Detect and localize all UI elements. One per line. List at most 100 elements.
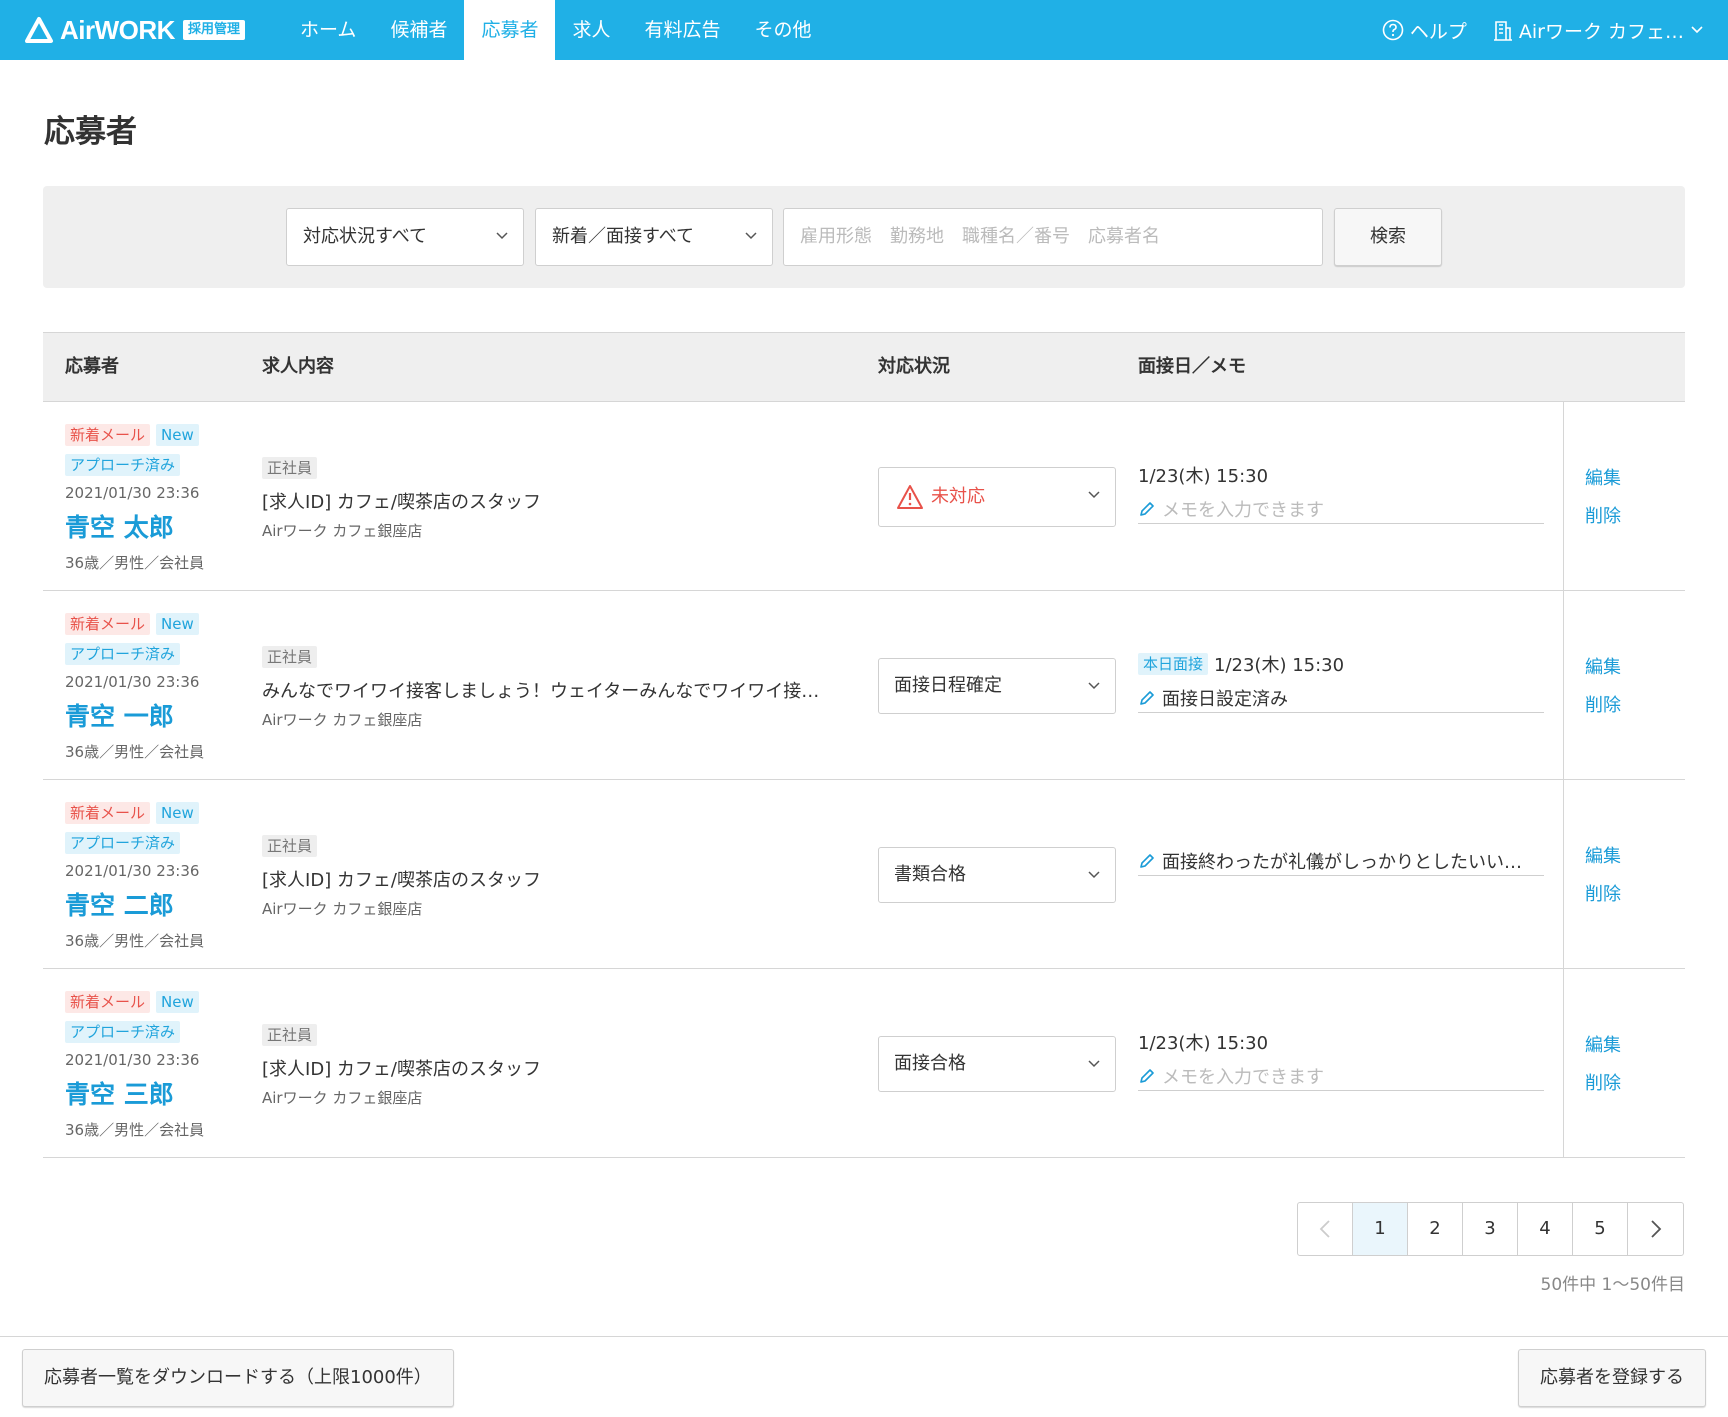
applicant-meta: 36歳／男性／会社員: [65, 932, 205, 950]
job-shop: Airワーク カフェ銀座店: [262, 522, 423, 540]
col-interview-memo: 面接日／メモ: [1138, 356, 1246, 377]
keyword-search-input[interactable]: 雇用形態 勤務地 職種名／番号 応募者名: [783, 208, 1323, 266]
account-menu[interactable]: Airワーク カフェ…: [1493, 17, 1704, 44]
nav-jobs[interactable]: 求人: [555, 0, 627, 60]
edit-link[interactable]: 編集: [1585, 655, 1621, 681]
table-row: 新着メール New アプローチ済み 2021/01/30 23:36 青空 二郎…: [43, 780, 1685, 969]
applicant-name-link[interactable]: 青空 太郎: [65, 508, 174, 544]
chevron-down-icon: [1088, 682, 1100, 690]
row-actions: 編集 削除: [1585, 466, 1621, 542]
top-navigation-bar: AirWORK 採用管理 ホーム 候補者 応募者 求人 有料広告 その他 ヘルプ…: [0, 0, 1728, 60]
status-select[interactable]: 書類合格: [878, 847, 1116, 903]
col-status: 対応状況: [878, 356, 950, 377]
nav-candidates[interactable]: 候補者: [373, 0, 464, 60]
memo-field[interactable]: 面接日設定済み: [1138, 683, 1544, 713]
help-label: ヘルプ: [1409, 20, 1467, 43]
delete-link[interactable]: 削除: [1585, 504, 1621, 530]
interview-date: 1/23(木) 15:30: [1138, 1029, 1544, 1055]
status-select[interactable]: 面接合格: [878, 1036, 1116, 1092]
register-applicant-button[interactable]: 応募者を登録する: [1518, 1349, 1706, 1407]
main-nav: ホーム 候補者 応募者 求人 有料広告 その他: [283, 0, 829, 60]
new-interview-filter-select[interactable]: 新着／面接すべて: [535, 208, 773, 266]
interview-date: 本日面接 1/23(木) 15:30: [1138, 651, 1544, 677]
applied-date: 2021/01/30 23:36: [65, 862, 200, 880]
new-filter-value: 新着／面接すべて: [552, 226, 695, 247]
nav-other[interactable]: その他: [738, 0, 829, 60]
interview-memo: 1/23(木) 15:30 メモを入力できます: [1138, 462, 1544, 524]
page-5-button[interactable]: 5: [1573, 1203, 1628, 1255]
search-button[interactable]: 検索: [1334, 208, 1442, 266]
page-2-button[interactable]: 2: [1408, 1203, 1463, 1255]
new-badge: New: [156, 613, 199, 635]
nav-paid-ads[interactable]: 有料広告: [627, 0, 737, 60]
new-mail-badge: 新着メール: [65, 802, 151, 824]
chevron-down-icon: [1088, 1060, 1100, 1068]
nav-home[interactable]: ホーム: [283, 0, 373, 60]
page-1-button[interactable]: 1: [1353, 1203, 1408, 1255]
table-row: 新着メール New アプローチ済み 2021/01/30 23:36 青空 三郎…: [43, 969, 1685, 1158]
interview-memo: 本日面接 1/23(木) 15:30 面接日設定済み: [1138, 651, 1544, 713]
new-badge: New: [156, 991, 199, 1013]
edit-link[interactable]: 編集: [1585, 1033, 1621, 1059]
applicant-name-link[interactable]: 青空 一郎: [65, 697, 174, 733]
page-4-button[interactable]: 4: [1518, 1203, 1573, 1255]
delete-link[interactable]: 削除: [1585, 693, 1621, 719]
page-title: 応募者: [44, 114, 137, 150]
applicant-tags: 新着メール New: [65, 991, 199, 1013]
status-filter-select[interactable]: 対応状況すべて: [286, 208, 524, 266]
warning-icon: [897, 485, 923, 509]
status-filter-value: 対応状況すべて: [303, 226, 428, 247]
airwork-logo[interactable]: AirWORK 採用管理: [24, 14, 245, 46]
delete-link[interactable]: 削除: [1585, 882, 1621, 908]
memo-field[interactable]: メモを入力できます: [1138, 1061, 1544, 1091]
building-icon: [1493, 21, 1512, 41]
next-page-button[interactable]: [1628, 1203, 1683, 1255]
page-3-button[interactable]: 3: [1463, 1203, 1518, 1255]
applicant-meta: 36歳／男性／会社員: [65, 743, 205, 761]
applicant-meta: 36歳／男性／会社員: [65, 1121, 205, 1139]
applicant-meta: 36歳／男性／会社員: [65, 554, 205, 572]
help-icon: [1382, 19, 1404, 41]
status-value: 書類合格: [894, 864, 966, 885]
new-mail-badge: 新着メール: [65, 424, 151, 446]
approach-badge: アプローチ済み: [65, 832, 181, 854]
prev-page-button[interactable]: [1298, 1203, 1353, 1255]
nav-right: ヘルプ Airワーク カフェ…: [1382, 0, 1704, 60]
applied-date: 2021/01/30 23:36: [65, 673, 200, 691]
memo-field[interactable]: メモを入力できます: [1138, 494, 1544, 524]
interview-date-text: 1/23(木) 15:30: [1138, 1033, 1269, 1054]
edit-link[interactable]: 編集: [1585, 466, 1621, 492]
status-select[interactable]: 未対応: [878, 467, 1116, 527]
pencil-icon: [1140, 501, 1154, 516]
row-actions: 編集 削除: [1585, 655, 1621, 731]
pencil-icon: [1140, 1068, 1154, 1083]
interview-date: 1/23(木) 15:30: [1138, 462, 1544, 488]
job-title: [求人ID] カフェ/喫茶店のスタッフ: [262, 870, 541, 891]
memo-field[interactable]: 面接終わったが礼儀がしっかりとしたいい…: [1138, 846, 1544, 876]
applicant-name-link[interactable]: 青空 二郎: [65, 886, 174, 922]
memo-placeholder: メモを入力できます: [1162, 1066, 1324, 1088]
download-list-button[interactable]: 応募者一覧をダウンロードする（上限1000件）: [22, 1349, 454, 1407]
edit-link[interactable]: 編集: [1585, 844, 1621, 870]
memo-text: 面接日設定済み: [1162, 688, 1288, 710]
job-title: みんなでワイワイ接客しましょう！ウェイターみんなでワイワイ接…: [262, 681, 820, 702]
chevron-down-icon: [1088, 491, 1100, 499]
search-panel: 対応状況すべて 新着／面接すべて 雇用形態 勤務地 職種名／番号 応募者名 検索: [43, 186, 1685, 288]
new-badge: New: [156, 424, 199, 446]
status-select[interactable]: 面接日程確定: [878, 658, 1116, 714]
applied-date: 2021/01/30 23:36: [65, 1051, 200, 1069]
chevron-down-icon: [745, 232, 757, 240]
pencil-icon: [1140, 690, 1154, 705]
table-row: 新着メール New アプローチ済み 2021/01/30 23:36 青空 太郎…: [43, 402, 1685, 591]
job-title: [求人ID] カフェ/喫茶店のスタッフ: [262, 1059, 541, 1080]
logo-badge: 採用管理: [182, 20, 245, 40]
job-shop: Airワーク カフェ銀座店: [262, 711, 423, 729]
chevron-down-icon: [1088, 871, 1100, 879]
nav-applicants[interactable]: 応募者: [464, 0, 556, 60]
applicant-name-link[interactable]: 青空 三郎: [65, 1075, 174, 1111]
status-value: 面接合格: [894, 1053, 966, 1074]
col-applicant: 応募者: [65, 356, 119, 377]
chevron-left-icon: [1319, 1220, 1330, 1238]
delete-link[interactable]: 削除: [1585, 1071, 1621, 1097]
help-link[interactable]: ヘルプ: [1382, 17, 1467, 44]
